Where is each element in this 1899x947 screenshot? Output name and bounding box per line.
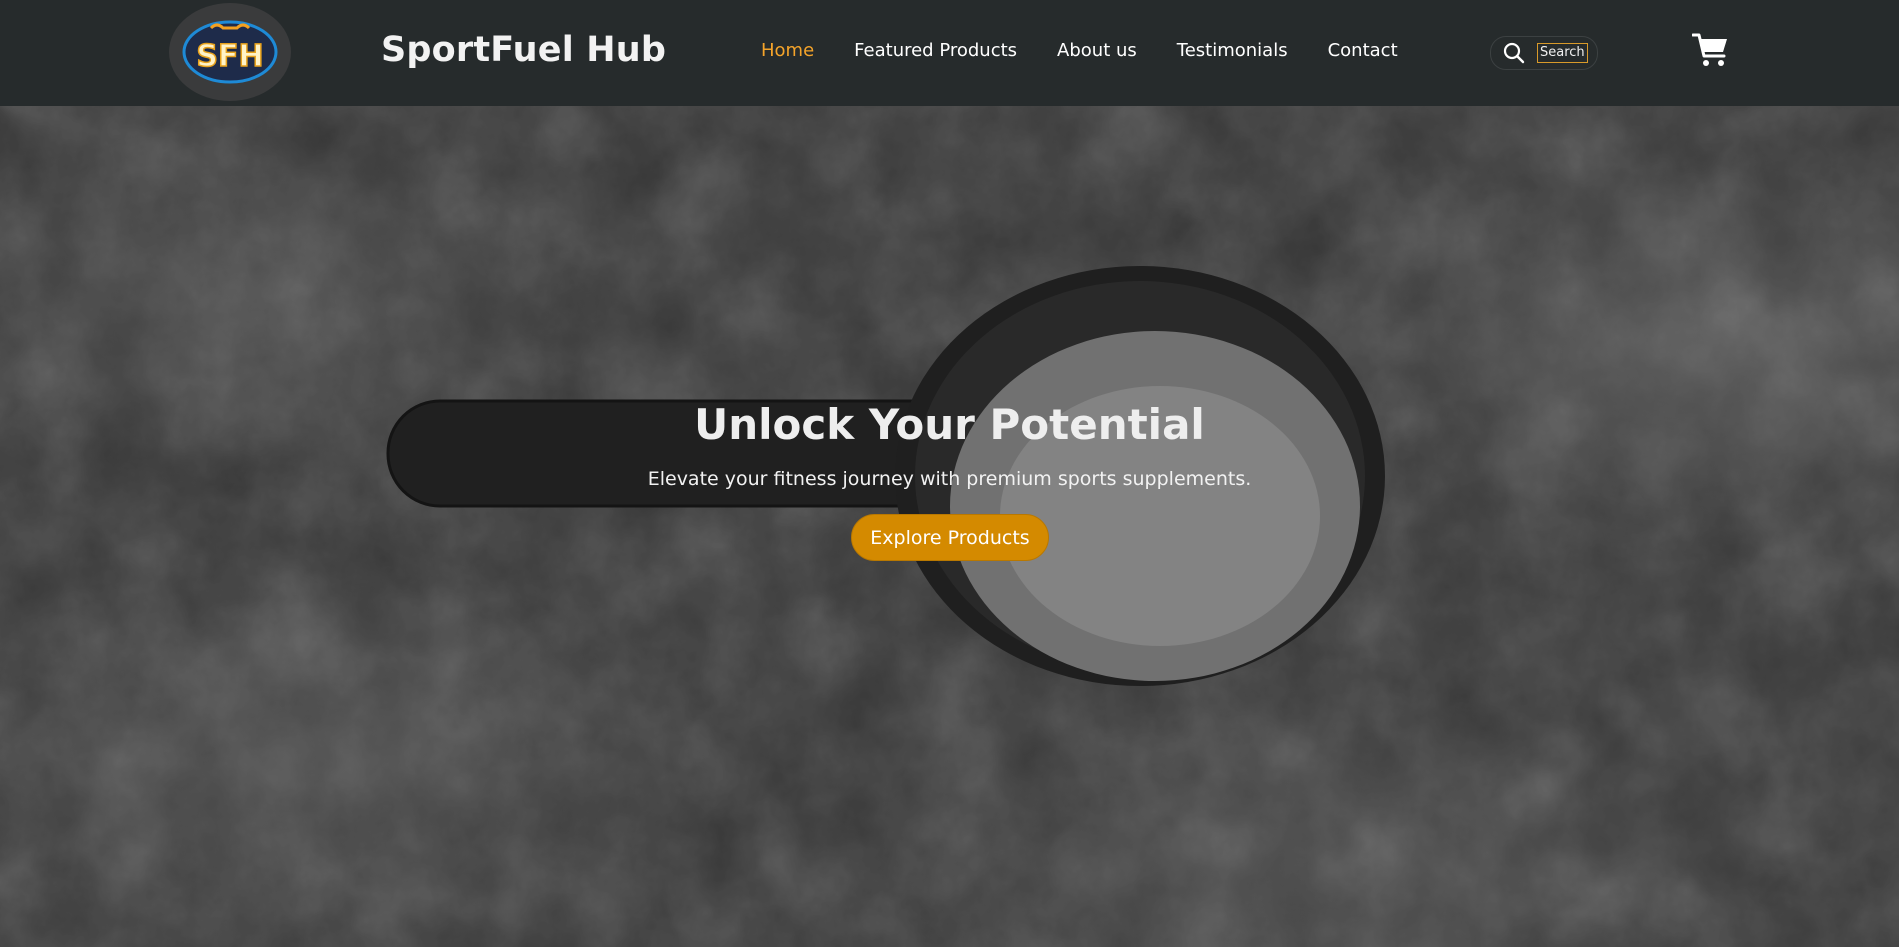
nav-featured-products[interactable]: Featured Products [854,40,1017,66]
hero-subtitle: Elevate your fitness journey with premiu… [647,468,1252,490]
hero-section: Unlock Your Potential Elevate your fitne… [0,106,1899,947]
logo-emblem: SFH [182,20,278,84]
site-header: SFH SportFuel Hub Home Featured Products… [0,0,1899,106]
main-nav: Home Featured Products About us Testimon… [761,40,1398,66]
search-box[interactable]: Search [1490,36,1598,70]
logo[interactable]: SFH [169,3,291,101]
explore-products-button[interactable]: Explore Products [851,514,1049,561]
nav-about-us[interactable]: About us [1057,40,1137,66]
brand-name[interactable]: SportFuel Hub [381,30,666,70]
cart-icon[interactable] [1692,32,1730,68]
search-input[interactable]: Search [1537,43,1588,63]
svg-text:SFH: SFH [196,39,263,74]
search-icon [1503,42,1525,64]
nav-contact[interactable]: Contact [1328,40,1398,66]
hero-title: Unlock Your Potential [694,400,1205,449]
nav-home[interactable]: Home [761,40,814,66]
nav-testimonials[interactable]: Testimonials [1177,40,1288,66]
